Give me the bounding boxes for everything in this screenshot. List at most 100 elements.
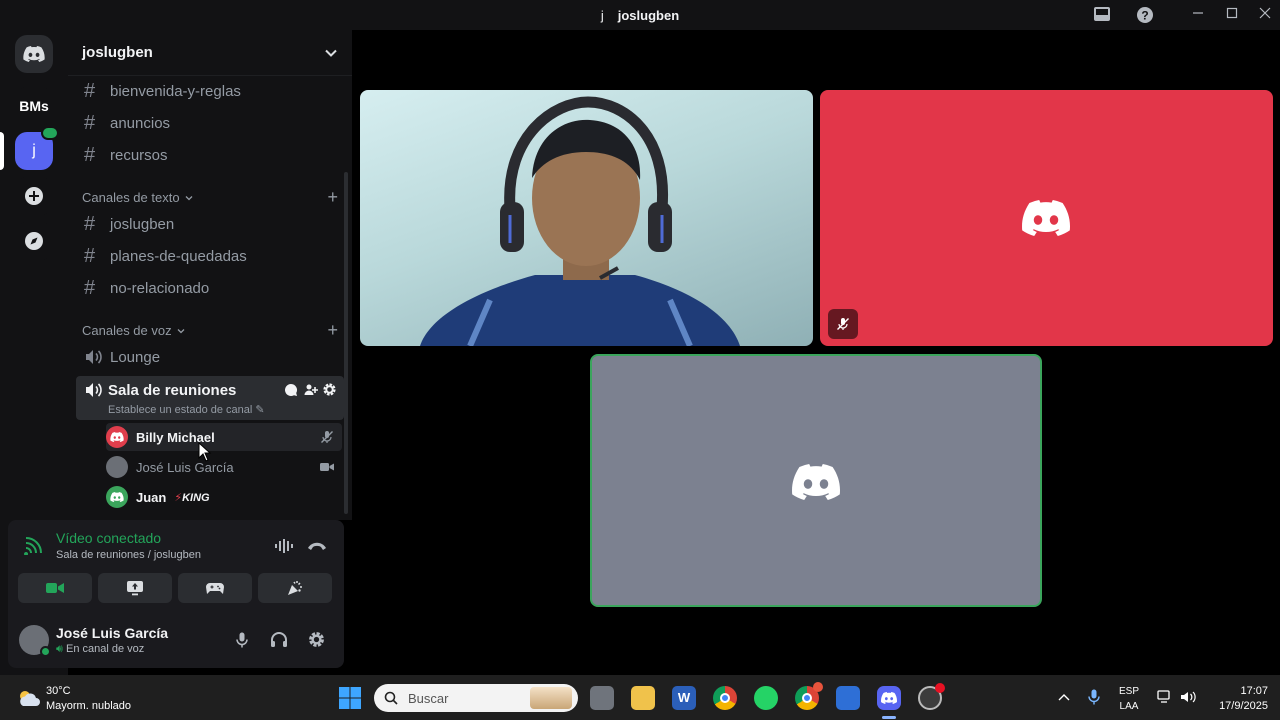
microphone-icon[interactable] xyxy=(236,632,248,648)
user-status: 🔊︎ En canal de voz xyxy=(56,643,144,656)
channel-label: joslugben xyxy=(110,215,175,233)
voice-channel-sala-de-reuniones[interactable]: Sala de reuniones Establece un estado de… xyxy=(76,376,344,420)
voice-user-juan[interactable]: Juan ⚡KING xyxy=(106,483,342,511)
active-server-indicator xyxy=(0,132,4,170)
hash-icon: # xyxy=(84,79,96,102)
pencil-icon: ✎ xyxy=(255,404,265,416)
server-joslugben[interactable]: j xyxy=(15,126,59,170)
noise-suppression-icon[interactable] xyxy=(274,538,294,554)
user-name[interactable]: José Luis García xyxy=(56,625,168,641)
camera-toggle-button[interactable] xyxy=(18,573,92,603)
voice-channel-lounge[interactable]: Lounge xyxy=(76,342,344,372)
word-icon[interactable]: W xyxy=(672,686,696,710)
chrome-profile-icon[interactable] xyxy=(795,682,823,710)
voice-status-title[interactable]: Vídeo conectado xyxy=(56,530,161,546)
soundboard-button[interactable] xyxy=(258,573,332,603)
window-title-text: joslugben xyxy=(617,8,680,23)
tile-muted-badge xyxy=(828,309,858,339)
category-voice-channels[interactable]: Canales de voz + xyxy=(82,320,338,341)
discord-logo-icon xyxy=(110,492,124,502)
create-text-channel-icon[interactable]: + xyxy=(327,187,338,208)
channel-joslugben[interactable]: # joslugben xyxy=(76,209,344,239)
close-icon[interactable] xyxy=(1255,6,1275,24)
channel-label: recursos xyxy=(110,146,168,164)
discord-logo-icon xyxy=(110,432,124,442)
avatar[interactable] xyxy=(19,625,51,657)
plus-circle-icon xyxy=(25,187,43,205)
connection-signal-icon xyxy=(24,537,42,555)
guild-header[interactable]: joslugben xyxy=(68,30,352,76)
channel-label: Lounge xyxy=(110,348,161,366)
whatsapp-icon[interactable] xyxy=(754,686,778,710)
discord-home-button[interactable] xyxy=(15,35,53,73)
channel-status-prompt[interactable]: Establece un estado de canal ✎ xyxy=(108,403,265,416)
help-icon[interactable]: ? xyxy=(1135,6,1155,24)
channel-bienvenida-y-reglas[interactable]: # bienvenida-y-reglas xyxy=(76,76,344,106)
activities-button[interactable] xyxy=(178,573,252,603)
voice-user-billy-michael[interactable]: Billy Michael xyxy=(106,423,342,451)
channel-no-relacionado[interactable]: # no-relacionado xyxy=(76,273,344,303)
compass-icon xyxy=(25,232,43,250)
invite-people-icon[interactable] xyxy=(304,383,318,397)
start-button[interactable] xyxy=(338,686,362,710)
voice-user-name: José Luis García xyxy=(136,459,234,475)
svg-text:?: ? xyxy=(1141,9,1148,23)
channel-planes-de-quedadas[interactable]: # planes-de-quedadas xyxy=(76,241,344,271)
screen-share-icon xyxy=(127,581,143,596)
channel-list-scrollbar[interactable] xyxy=(344,172,348,514)
discord-logo-icon xyxy=(792,464,840,500)
language-code: ESP xyxy=(1118,686,1139,697)
chevron-up-icon[interactable] xyxy=(1058,693,1070,701)
network-icon[interactable] xyxy=(1157,690,1173,704)
channel-recursos[interactable]: # recursos xyxy=(76,140,344,170)
channel-sidebar: joslugben # bienvenida-y-reglas # anuncios… xyxy=(68,30,352,520)
discord-logo-icon xyxy=(1022,200,1070,236)
gear-icon[interactable] xyxy=(308,631,325,648)
volume-icon[interactable] xyxy=(1180,690,1196,704)
obs-icon[interactable] xyxy=(918,683,945,710)
server-joslugben-label: j xyxy=(32,142,36,159)
chrome-icon[interactable] xyxy=(713,686,737,710)
muted-mic-icon xyxy=(837,318,849,330)
minimize-icon[interactable] xyxy=(1188,6,1208,24)
hash-icon: # xyxy=(84,212,96,235)
title-bar: j joslugben ? xyxy=(0,0,1280,30)
add-server-button[interactable] xyxy=(15,177,53,215)
chat-icon[interactable] xyxy=(284,383,298,397)
channel-anuncios[interactable]: # anuncios xyxy=(76,108,344,138)
avatar xyxy=(106,426,128,448)
disconnect-phone-icon[interactable] xyxy=(307,540,327,552)
user-status-text: En canal de voz xyxy=(66,643,145,655)
create-voice-channel-icon[interactable]: + xyxy=(327,320,338,341)
channel-label: planes-de-quedadas xyxy=(110,247,247,265)
language-indicator[interactable]: ESP LAA xyxy=(1114,684,1144,714)
server-bms[interactable]: BMs xyxy=(15,87,53,125)
clock-time: 17:07 xyxy=(1240,685,1268,697)
discover-button[interactable] xyxy=(15,222,53,260)
weather-widget[interactable]: 30°C Mayorm. nublado xyxy=(16,685,146,713)
task-view-icon[interactable] xyxy=(590,686,614,710)
video-tile-camera[interactable] xyxy=(360,90,813,346)
system-clock[interactable]: 17:07 17/9/2025 xyxy=(1206,684,1268,714)
video-tile-avatar-red[interactable] xyxy=(820,90,1273,346)
taskbar-search[interactable]: Buscar xyxy=(374,684,578,712)
video-camera-icon xyxy=(46,583,64,593)
discord-logo-icon xyxy=(23,46,45,62)
store-icon[interactable] xyxy=(836,686,860,710)
screen-share-button[interactable] xyxy=(98,573,172,603)
gear-icon[interactable] xyxy=(322,382,337,397)
maximize-icon[interactable] xyxy=(1222,6,1242,24)
inbox-icon[interactable] xyxy=(1092,6,1112,24)
speaker-icon xyxy=(86,350,102,364)
search-placeholder: Buscar xyxy=(408,690,449,706)
voice-location[interactable]: Sala de reuniones / joslugben xyxy=(56,549,201,561)
window-title: j joslugben xyxy=(0,8,1280,23)
cloud-sun-icon xyxy=(20,691,40,706)
file-explorer-icon[interactable] xyxy=(631,686,655,710)
headphones-icon[interactable] xyxy=(270,632,288,648)
discord-taskbar-icon[interactable] xyxy=(877,686,901,710)
voice-user-jose-luis-garcia[interactable]: José Luis García xyxy=(106,453,342,481)
category-text-channels[interactable]: Canales de texto + xyxy=(82,187,338,208)
microphone-icon[interactable] xyxy=(1088,689,1100,705)
video-tile-avatar-gray[interactable] xyxy=(590,354,1042,607)
